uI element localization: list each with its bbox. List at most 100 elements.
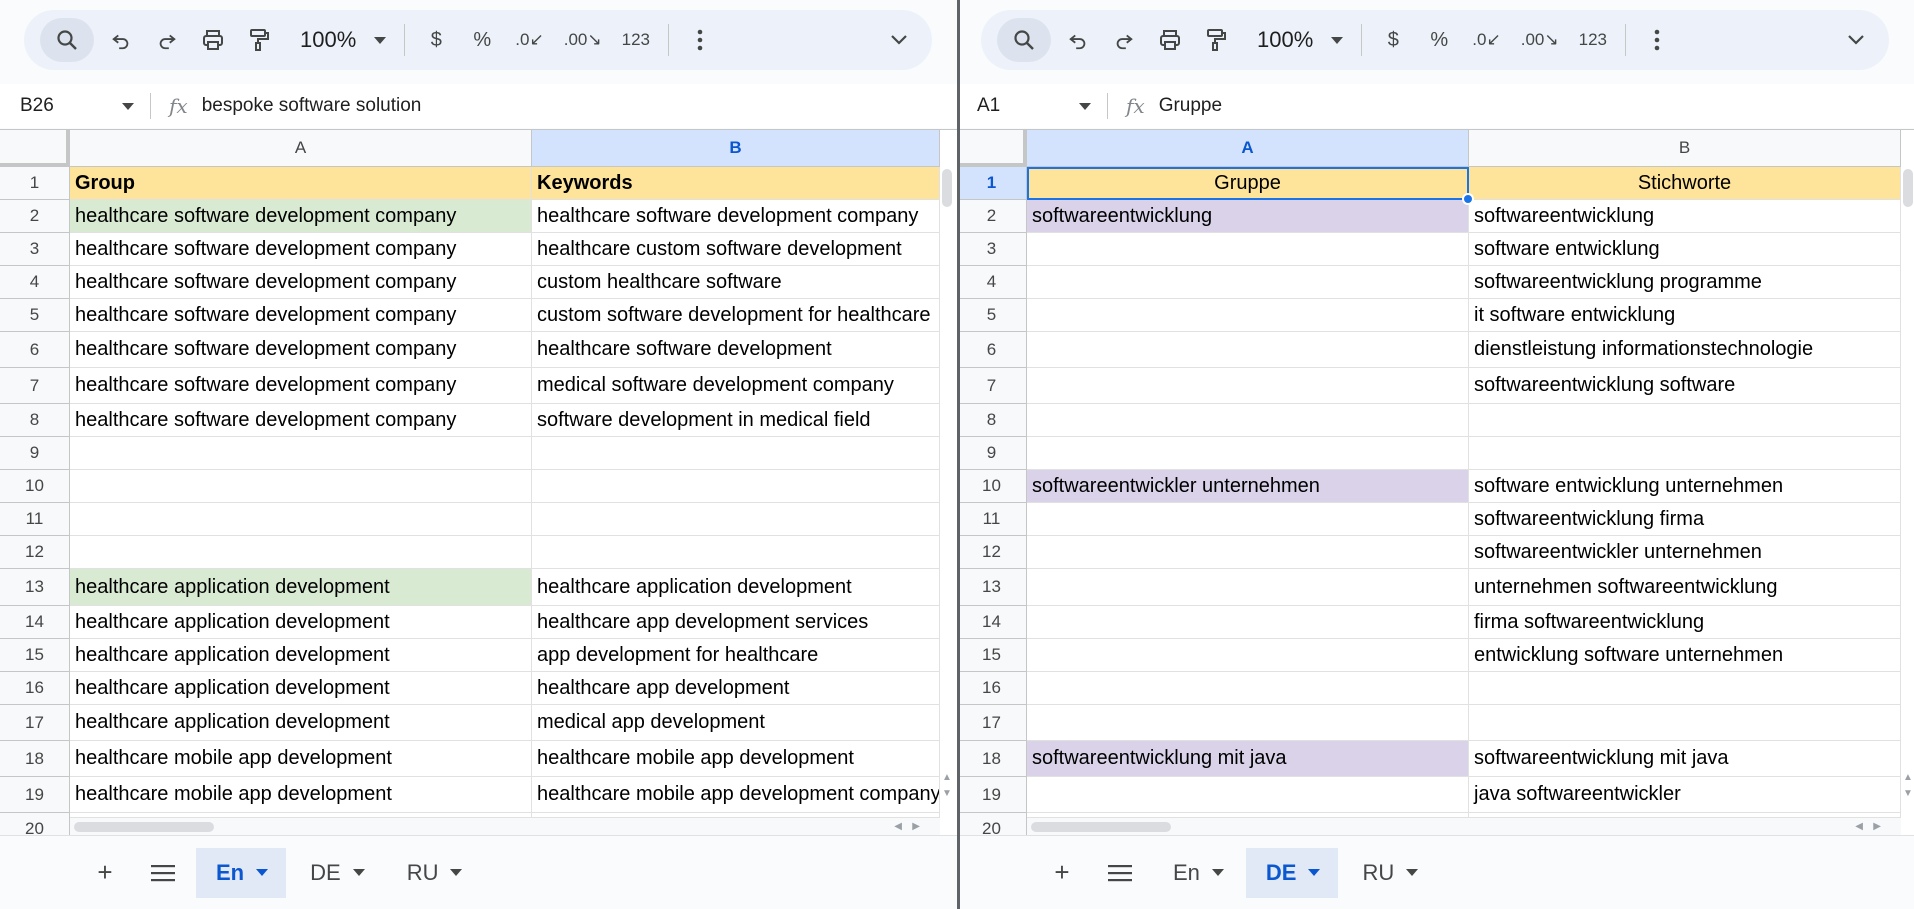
row-header[interactable]: 11 [0,503,70,536]
cell-keyword[interactable] [1469,672,1901,705]
cell-keyword[interactable]: healthcare mobile app development [532,741,940,777]
row-header[interactable]: 18 [957,741,1027,777]
print-button[interactable] [1147,18,1193,62]
cell-group[interactable]: healthcare software development company [70,299,532,332]
row-header[interactable]: 6 [957,332,1027,368]
cell-keyword[interactable]: medical app development [532,705,940,741]
header-cell-group[interactable]: Group [70,167,532,200]
cell-keyword[interactable]: entwicklung software unternehmen [1469,639,1901,672]
formula-input[interactable]: bespoke software solution [202,95,422,117]
cell-group[interactable] [1027,777,1469,813]
scrollbar-thumb[interactable] [1031,822,1171,832]
cell-keyword[interactable] [1469,437,1901,470]
cell-group[interactable]: healthcare mobile app development [70,777,532,813]
column-header-a[interactable]: A [1027,130,1469,167]
row-header[interactable]: 8 [957,404,1027,437]
sheet-grid[interactable]: A B 1 Gruppe Stichworte 2 softwareentwicklung s… [957,129,1914,835]
cell-group[interactable] [1027,266,1469,299]
cell-group[interactable]: healthcare software development company [70,200,532,233]
header-cell-keywords[interactable]: Stichworte [1469,167,1901,200]
undo-button[interactable] [1055,18,1101,62]
cell-group[interactable]: healthcare software development company [70,332,532,368]
sheet-grid[interactable]: A B 1 Group Keywords 2 healthcare software dev… [0,129,957,835]
row-header[interactable]: 15 [0,639,70,672]
cell-keyword[interactable]: softwareentwicklung [1469,200,1901,233]
cell-keyword[interactable]: softwareentwicklung programme [1469,266,1901,299]
cell-group[interactable] [70,503,532,536]
cell-keyword[interactable] [532,437,940,470]
cell-keyword[interactable]: java softwareentwickler [1469,777,1901,813]
cell-group[interactable] [1027,503,1469,536]
cell-group[interactable] [1027,404,1469,437]
undo-button[interactable] [98,18,144,62]
row-header[interactable]: 14 [0,606,70,639]
column-header-a[interactable]: A [70,130,532,167]
cell-keyword[interactable]: healthcare software development [532,332,940,368]
row-header[interactable]: 9 [0,437,70,470]
cell-keyword[interactable]: firma softwareentwicklung [1469,606,1901,639]
column-header-b[interactable]: B [1469,130,1901,167]
row-header[interactable]: 16 [0,672,70,705]
row-header[interactable]: 19 [957,777,1027,813]
cell-keyword[interactable]: softwareentwicklung software [1469,368,1901,404]
paint-format-button[interactable] [236,18,282,62]
increase-decimal-button[interactable]: .00↘ [1511,30,1569,50]
row-header[interactable]: 8 [0,404,70,437]
decrease-decimal-button[interactable]: .0↙ [505,30,553,50]
scroll-up-arrow[interactable]: ▲ [1903,772,1913,783]
cell-keyword[interactable] [532,470,940,503]
cell-keyword[interactable] [532,503,940,536]
cell-group[interactable]: softwareentwicklung mit java [1027,741,1469,777]
cell-group[interactable] [70,437,532,470]
cell-group[interactable]: healthcare application development [70,569,532,606]
add-sheet-button[interactable]: + [1033,848,1091,898]
cell-group[interactable] [1027,639,1469,672]
cell-group[interactable]: softwareentwicklung [1027,200,1469,233]
header-cell-group[interactable]: Gruppe [1027,167,1469,200]
cell-keyword[interactable]: healthcare custom software development [532,233,940,266]
name-box[interactable]: A1 [957,95,1107,117]
select-all-corner[interactable] [957,130,1027,167]
row-header[interactable]: 7 [957,368,1027,404]
row-header[interactable]: 3 [0,233,70,266]
scroll-left-arrow[interactable]: ◀ [894,821,902,832]
cell-group[interactable]: healthcare application development [70,639,532,672]
format-percent-button[interactable]: % [459,29,505,52]
select-all-corner[interactable] [0,130,70,167]
cell-group[interactable] [1027,569,1469,606]
redo-button[interactable] [1101,18,1147,62]
cell-keyword[interactable] [1469,404,1901,437]
cell-keyword[interactable]: software entwicklung [1469,233,1901,266]
cell-group[interactable]: healthcare software development company [70,266,532,299]
cell-group[interactable] [1027,672,1469,705]
scrollbar-thumb[interactable] [1903,169,1913,207]
cell-group[interactable]: softwareentwickler unternehmen [1027,470,1469,503]
row-header[interactable]: 12 [957,536,1027,569]
cell-keyword[interactable]: healthcare software development company [532,200,940,233]
zoom-select[interactable]: 100% [282,27,396,53]
scroll-left-arrow[interactable]: ◀ [1855,821,1863,832]
sheet-tab-de[interactable]: DE [290,848,383,898]
row-header[interactable]: 10 [957,470,1027,503]
scrollbar-thumb[interactable] [74,822,214,832]
cell-keyword[interactable] [1469,705,1901,741]
more-formats-button[interactable]: 123 [1569,30,1617,50]
cell-keyword[interactable]: softwareentwicklung firma [1469,503,1901,536]
cell-group[interactable]: healthcare software development company [70,233,532,266]
all-sheets-button[interactable] [1091,848,1149,898]
cell-group[interactable] [1027,233,1469,266]
row-header[interactable]: 16 [957,672,1027,705]
search-menus-button[interactable] [997,18,1051,62]
cell-keyword[interactable]: healthcare mobile app development compan… [532,777,940,813]
sheet-tab-ru[interactable]: RU [1342,848,1436,898]
cell-group[interactable] [70,470,532,503]
zoom-select[interactable]: 100% [1239,27,1353,53]
format-currency-button[interactable]: $ [1370,29,1416,52]
row-header[interactable]: 19 [0,777,70,813]
cell-keyword[interactable]: medical software development company [532,368,940,404]
row-header[interactable]: 13 [957,569,1027,606]
scroll-right-arrow[interactable]: ▶ [912,821,920,832]
row-header[interactable]: 20 [0,813,70,835]
cell-keyword[interactable]: softwareentwicklung mit java [1469,741,1901,777]
row-header[interactable]: 5 [957,299,1027,332]
